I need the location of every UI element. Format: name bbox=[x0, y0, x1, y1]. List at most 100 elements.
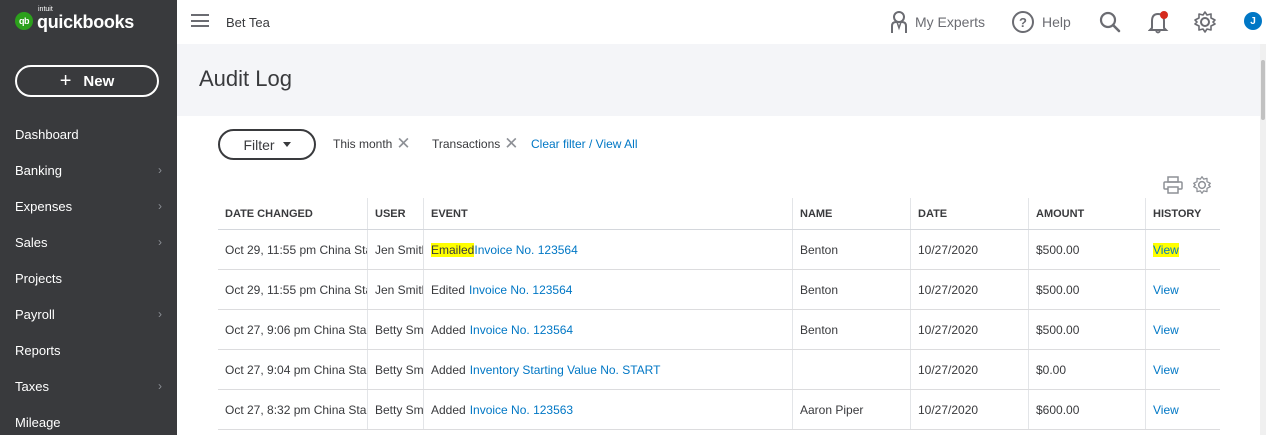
date-cell: 10/27/2020 bbox=[911, 390, 1029, 429]
event-cell: Edited Invoice No. 123564 bbox=[424, 270, 793, 309]
close-icon[interactable]: ✕ bbox=[504, 135, 518, 152]
audit-log-table: DATE CHANGED USER EVENT NAME DATE AMOUNT… bbox=[218, 198, 1220, 430]
column-header-date-changed[interactable]: DATE CHANGED bbox=[218, 198, 368, 229]
bell-icon bbox=[1148, 11, 1169, 34]
new-button[interactable]: + New bbox=[15, 65, 159, 97]
filter-chip-label: Transactions bbox=[432, 137, 501, 151]
view-history-link[interactable]: View bbox=[1153, 363, 1179, 377]
help-button[interactable]: ? Help bbox=[1012, 0, 1071, 44]
table-toolbar bbox=[1163, 175, 1212, 195]
help-label: Help bbox=[1042, 14, 1071, 30]
column-header-user[interactable]: USER bbox=[368, 198, 424, 229]
sidebar-item-banking[interactable]: Banking › bbox=[0, 152, 177, 188]
filter-chip-transactions: Transactions ✕ bbox=[432, 135, 519, 152]
event-cell: Added Inventory Starting Value No. START bbox=[424, 350, 793, 389]
event-action: Added bbox=[431, 322, 466, 337]
table-row: Oct 27, 8:32 pm China Standard Time Bett… bbox=[218, 390, 1220, 430]
name-cell: Benton bbox=[793, 270, 911, 309]
user-cell: Betty Smith bbox=[368, 350, 424, 389]
view-history-link[interactable]: View bbox=[1153, 283, 1179, 297]
sidebar-item-mileage[interactable]: Mileage bbox=[0, 404, 177, 435]
sidebar-item-label: Taxes bbox=[15, 378, 49, 394]
page-title: Audit Log bbox=[199, 66, 292, 91]
chevron-right-icon: › bbox=[158, 379, 162, 393]
sidebar-item-sales[interactable]: Sales › bbox=[0, 224, 177, 260]
gear-icon bbox=[1194, 11, 1216, 33]
event-link[interactable]: Invoice No. 123564 bbox=[469, 283, 572, 297]
view-history-link[interactable]: View bbox=[1153, 323, 1179, 337]
sidebar-item-label: Sales bbox=[15, 234, 48, 250]
help-icon: ? bbox=[1012, 11, 1034, 33]
filter-button-label: Filter bbox=[243, 136, 275, 153]
print-icon[interactable] bbox=[1163, 176, 1183, 194]
view-history-link[interactable]: View bbox=[1153, 403, 1179, 417]
person-icon bbox=[891, 11, 907, 33]
date-changed-cell: Oct 27, 9:06 pm China Standard Time bbox=[218, 310, 368, 349]
search-icon bbox=[1099, 11, 1121, 33]
table-header-row: DATE CHANGED USER EVENT NAME DATE AMOUNT… bbox=[218, 198, 1220, 230]
column-header-history[interactable]: HISTORY bbox=[1146, 198, 1220, 229]
search-button[interactable] bbox=[1099, 0, 1121, 44]
sidebar-item-dashboard[interactable]: Dashboard bbox=[0, 116, 177, 152]
avatar[interactable]: J bbox=[1244, 12, 1262, 30]
event-action: Edited bbox=[431, 282, 466, 297]
event-cell: Emailed Invoice No. 123564 bbox=[424, 230, 793, 269]
event-link[interactable]: Invoice No. 123563 bbox=[470, 403, 573, 417]
sidebar-item-payroll[interactable]: Payroll › bbox=[0, 296, 177, 332]
notifications-button[interactable] bbox=[1148, 0, 1170, 44]
filter-chip-label: This month bbox=[333, 137, 393, 151]
history-cell: View bbox=[1146, 270, 1220, 309]
date-changed-cell: Oct 29, 11:55 pm China Standard Time bbox=[218, 270, 368, 309]
name-cell bbox=[793, 350, 911, 389]
quickbooks-wordmark: quickbooks bbox=[37, 12, 135, 32]
event-link[interactable]: Invoice No. 123564 bbox=[470, 323, 573, 337]
event-cell: Added Invoice No. 123564 bbox=[424, 310, 793, 349]
filter-button[interactable]: Filter bbox=[218, 129, 316, 160]
settings-button[interactable] bbox=[1193, 0, 1217, 44]
history-cell: View bbox=[1146, 390, 1220, 429]
view-history-link[interactable]: View bbox=[1153, 242, 1179, 257]
sidebar-item-projects[interactable]: Projects bbox=[0, 260, 177, 296]
column-header-name[interactable]: NAME bbox=[793, 198, 911, 229]
amount-cell: $0.00 bbox=[1029, 350, 1146, 389]
user-cell: Jen Smith bbox=[368, 230, 424, 269]
name-cell: Aaron Piper bbox=[793, 390, 911, 429]
qb-logo-icon: qb bbox=[15, 12, 33, 30]
caret-down-icon bbox=[282, 142, 291, 147]
event-link[interactable]: Invoice No. 123564 bbox=[474, 243, 577, 257]
date-changed-cell: Oct 27, 9:04 pm China Standard Time bbox=[218, 350, 368, 389]
table-row: Oct 29, 11:55 pm China Standard Time Jen… bbox=[218, 270, 1220, 310]
event-link[interactable]: Inventory Starting Value No. START bbox=[470, 363, 661, 377]
hamburger-menu-icon[interactable] bbox=[191, 14, 209, 27]
sidebar-item-label: Projects bbox=[15, 270, 62, 286]
quickbooks-logo[interactable]: qb intuit quickbooks bbox=[15, 6, 135, 33]
sidebar-item-expenses[interactable]: Expenses › bbox=[0, 188, 177, 224]
event-action: Emailed bbox=[431, 242, 475, 257]
sidebar-nav: Dashboard Banking › Expenses › Sales › P… bbox=[0, 116, 177, 435]
sidebar-item-label: Mileage bbox=[15, 414, 61, 430]
user-cell: Betty Smith bbox=[368, 310, 424, 349]
sidebar-item-label: Expenses bbox=[15, 198, 73, 214]
page-header: Audit Log bbox=[177, 44, 1262, 116]
event-action: Added bbox=[431, 402, 466, 417]
close-icon[interactable]: ✕ bbox=[396, 135, 410, 152]
scrollbar-thumb[interactable] bbox=[1261, 60, 1265, 120]
column-header-amount[interactable]: AMOUNT bbox=[1029, 198, 1146, 229]
sidebar-item-label: Banking bbox=[15, 162, 62, 178]
date-cell: 10/27/2020 bbox=[911, 270, 1029, 309]
table-settings-gear-icon[interactable] bbox=[1192, 175, 1212, 195]
history-cell: View bbox=[1146, 230, 1220, 269]
column-header-event[interactable]: EVENT bbox=[424, 198, 793, 229]
event-action: Added bbox=[431, 362, 466, 377]
sidebar: qb intuit quickbooks + New Dashboard Ban… bbox=[0, 0, 177, 435]
name-cell: Benton bbox=[793, 310, 911, 349]
amount-cell: $600.00 bbox=[1029, 390, 1146, 429]
my-experts-button[interactable]: My Experts bbox=[890, 0, 985, 44]
sidebar-item-taxes[interactable]: Taxes › bbox=[0, 368, 177, 404]
column-header-date[interactable]: DATE bbox=[911, 198, 1029, 229]
amount-cell: $500.00 bbox=[1029, 230, 1146, 269]
history-cell: View bbox=[1146, 310, 1220, 349]
date-cell: 10/27/2020 bbox=[911, 310, 1029, 349]
clear-filter-link[interactable]: Clear filter / View All bbox=[531, 137, 637, 151]
sidebar-item-reports[interactable]: Reports bbox=[0, 332, 177, 368]
